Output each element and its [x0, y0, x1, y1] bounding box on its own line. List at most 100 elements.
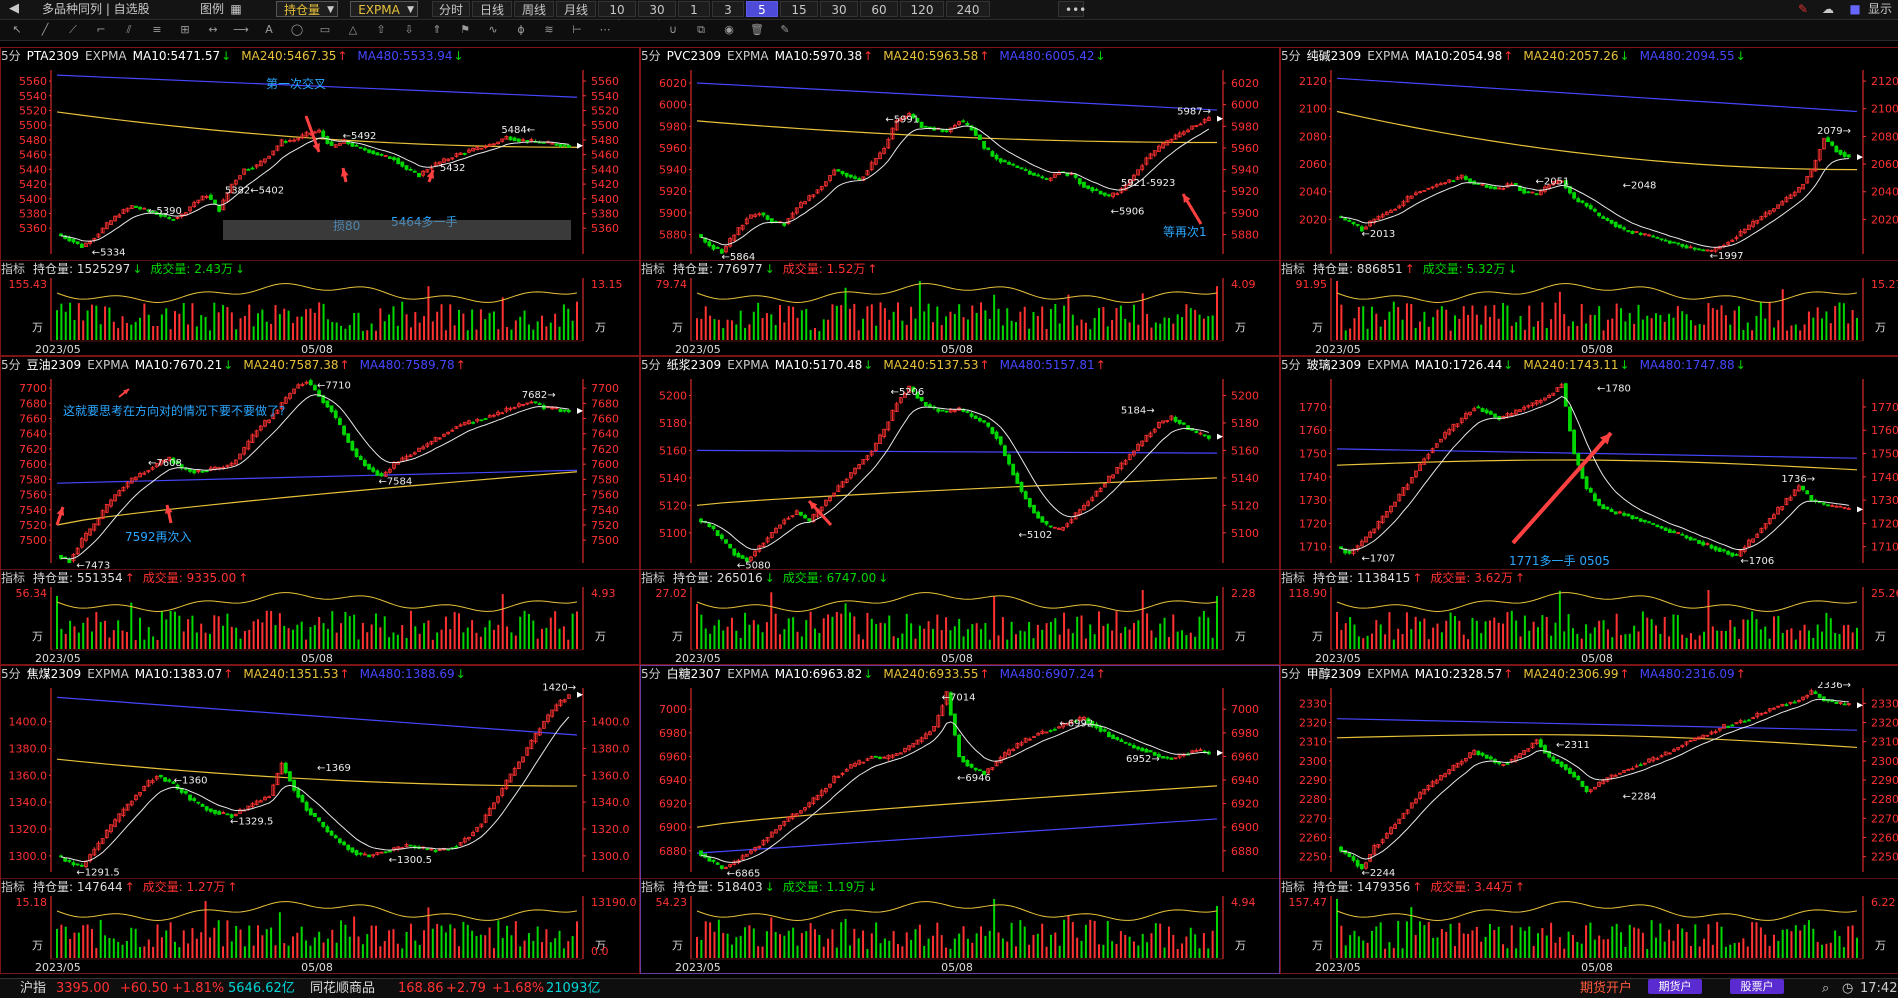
volume-chart[interactable]: 155.43 13.15 万 万 2023/05 05/08 — [1, 276, 639, 355]
instrument-name[interactable]: 纯碱2309 — [1307, 49, 1362, 63]
price-chart[interactable]: 2120 2120 2100 2100 2080 2080 2060 2060 2040 2040… — [1281, 64, 1898, 260]
volume-chart[interactable]: 56.34 4.93 万 万 2023/05 05/08 — [1, 585, 639, 664]
futures-account-button[interactable]: 期货户 — [1648, 979, 1702, 994]
instrument-name[interactable]: 白糖2307 — [667, 667, 722, 681]
chart-panel-douyou[interactable]: 5分 豆油2309 EXPMA MA10:7670.21↓ MA240:7587.38↑… — [0, 356, 640, 665]
chart-panel-jiaomei[interactable]: 5分 焦煤2309 EXPMA MA10:1383.07↑ MA240:1351.53↑… — [0, 665, 640, 974]
volume-chart[interactable]: 15.18 13190.0万 万0.02023/05 05/08 — [1, 894, 639, 973]
instrument-name[interactable]: 玻璃2309 — [1307, 358, 1362, 372]
layout-icon[interactable]: ■ — [1848, 1, 1862, 17]
instrument-name[interactable]: 豆油2309 — [27, 358, 82, 372]
annotation-arrow[interactable] — [340, 167, 349, 183]
annotation-arrow[interactable] — [55, 506, 65, 526]
eye-icon[interactable]: ◉ — [720, 23, 738, 37]
index-name[interactable]: 沪指 — [20, 979, 46, 998]
period-tab[interactable]: 分时 — [432, 1, 470, 17]
range-icon[interactable]: ↔ — [204, 23, 222, 37]
curve-icon[interactable]: ∿ — [484, 23, 502, 37]
volume-chart[interactable]: 118.90 25.26 万 万 2023/05 05/08 — [1281, 585, 1898, 664]
period-tab[interactable]: 15分 — [780, 1, 818, 33]
legend-grid-icon[interactable]: ▦ — [230, 1, 242, 17]
text-icon[interactable]: A — [260, 23, 278, 37]
price-chart[interactable]: 5200 5200 5180 5180 5160 5160 5140 5140 5120 5120… — [641, 373, 1279, 569]
ellipse-icon[interactable]: ◯ — [288, 23, 306, 37]
trash-icon[interactable]: 🗑 — [748, 23, 766, 37]
chart-panel-zhijiang[interactable]: 5分 纸浆2309 EXPMA MA10:5170.48↓ MA240:5137.53↑… — [640, 356, 1280, 665]
ray-icon[interactable]: ⟋ — [64, 23, 82, 37]
price-chart[interactable]: 7000 7000 6980 6980 6960 6960 6940 6940 6920 6920… — [641, 682, 1279, 878]
ths-name[interactable]: 同花顺商品 — [310, 979, 375, 998]
volume-chart[interactable]: 54.23 4.94 万 万 2023/05 05/08 — [641, 894, 1279, 973]
price-chart[interactable]: 1400.0 1400.0 1380.0 1380.0 1360.0 1360.0 1340… — [1, 682, 639, 878]
triangle-icon[interactable]: △ — [344, 23, 362, 37]
flag-icon[interactable]: ⚑ — [456, 23, 474, 37]
period-tab[interactable]: 10秒 — [598, 1, 636, 33]
volume-chart[interactable]: 79.74 4.09 万 万 2023/05 05/08 — [641, 276, 1279, 355]
pen-icon[interactable]: ✎ — [776, 23, 794, 37]
annotation-arrow[interactable] — [1181, 193, 1203, 225]
dots-icon[interactable]: ⋯ — [596, 23, 614, 37]
wave-icon[interactable]: ≋ — [540, 23, 558, 37]
chart-panel-pta[interactable]: 5分 PTA2309 EXPMA MA10:5471.57↓ MA240:5467.35… — [0, 47, 640, 356]
futures-open-label[interactable]: 期货开户 — [1580, 979, 1632, 998]
more-button[interactable]: ••• — [1058, 1, 1086, 17]
period-tab[interactable]: 日线 — [472, 1, 512, 17]
period-tab[interactable]: 3分 — [712, 1, 744, 33]
annotation-arrow[interactable] — [164, 504, 173, 524]
price-chart[interactable]: 6020 6020 6000 6000 5980 5980 5960 5960 5940 5940… — [641, 64, 1279, 260]
grid-icon[interactable]: ⊞ — [176, 23, 194, 37]
chart-panel-boli[interactable]: 5分 玻璃2309 EXPMA MA10:1726.44↓ MA240:1743.11↓… — [1280, 356, 1898, 665]
instrument-name[interactable]: PVC2309 — [667, 49, 721, 63]
instrument-name[interactable]: 焦煤2309 — [27, 667, 82, 681]
annotation-arrow[interactable] — [118, 388, 130, 398]
period-tab[interactable]: 240分 — [946, 1, 990, 33]
instrument-name[interactable]: 纸浆2309 — [667, 358, 722, 372]
rect-icon[interactable]: ▭ — [316, 23, 334, 37]
ruler-icon[interactable]: ⊢ — [568, 23, 586, 37]
segment-icon[interactable]: ⌐ — [92, 23, 110, 37]
period-tab[interactable]: 1分 — [678, 1, 710, 33]
cloud-icon[interactable]: ☁ — [1820, 1, 1836, 17]
instrument-name[interactable]: PTA2309 — [27, 49, 79, 63]
position-select[interactable]: 持仓量 ▼ — [276, 1, 338, 17]
annotation-arrow[interactable] — [1511, 431, 1613, 545]
period-tab[interactable]: 30秒 — [638, 1, 676, 33]
hline-icon[interactable]: ≡ — [148, 23, 166, 37]
down-arrow-icon[interactable]: ⇩ — [400, 23, 418, 37]
price-chart[interactable]: 7700 7700 7680 7680 7660 7660 7640 7640 7620 7620… — [1, 373, 639, 569]
period-tab[interactable]: 周线 — [514, 1, 554, 17]
annotation-text[interactable]: 1771多一手 0505 — [1509, 554, 1610, 568]
price-chart[interactable]: 1770 1770 1760 1760 1750 1750 1740 1740 1730 1730… — [1281, 373, 1898, 569]
search-icon[interactable]: ⌕ — [1822, 979, 1829, 998]
indicator-select[interactable]: EXPMA ▼ — [350, 1, 418, 17]
chart-panel-baitang[interactable]: 5分 白糖2307 EXPMA MA10:6963.82↓ MA240:6933.55↑… — [640, 665, 1280, 974]
period-tab[interactable]: 5分 — [746, 1, 778, 33]
stock-account-button[interactable]: 股票户 — [1730, 979, 1784, 994]
chart-panel-pvc[interactable]: 5分 PVC2309 EXPMA MA10:5970.38↑ MA240:5963.58… — [640, 47, 1280, 356]
period-tab[interactable]: 60分 — [860, 1, 898, 33]
annotation-text[interactable]: 第一次交叉 — [266, 76, 326, 91]
volume-chart[interactable]: 91.95 15.27 万 万 2023/05 05/08 — [1281, 276, 1898, 355]
line-icon[interactable]: ╱ — [36, 23, 54, 37]
price-chart[interactable]: 2330 2330 2320 2320 2310 2310 2300 2300 2290 2290… — [1281, 682, 1898, 878]
up-arrow-icon[interactable]: ⇧ — [372, 23, 390, 37]
instrument-name[interactable]: 甲醇2309 — [1307, 667, 1362, 681]
volume-chart[interactable]: 27.02 2.28 万 万 2023/05 05/08 — [641, 585, 1279, 664]
draw-icon[interactable]: ✎ — [1795, 1, 1811, 17]
copy-icon[interactable]: ⧉ — [692, 23, 710, 37]
cursor-icon[interactable]: ↖ — [8, 23, 26, 37]
magnet-icon[interactable]: ∪ — [664, 23, 682, 37]
annotation-text[interactable]: 7592再次入 — [125, 530, 192, 544]
arrow-icon[interactable]: ⟶ — [232, 23, 250, 37]
channel-icon[interactable]: ⫽ — [120, 23, 138, 37]
period-tab[interactable]: 月线 — [556, 1, 596, 17]
show-label[interactable]: 显示 — [1868, 1, 1892, 17]
legend-label[interactable]: 图例 — [200, 1, 224, 17]
period-tab[interactable]: 120分 — [900, 1, 944, 33]
fib-icon[interactable]: ϕ — [512, 23, 530, 37]
annotation-text[interactable]: 等再次1 — [1163, 225, 1207, 239]
up-mark-icon[interactable]: ⇑ — [428, 23, 446, 37]
back-icon[interactable]: ◀ — [6, 1, 22, 17]
volume-chart[interactable]: 157.47 6.22 万 万 2023/05 05/08 — [1281, 894, 1898, 973]
period-tab[interactable]: 30分 — [820, 1, 858, 33]
